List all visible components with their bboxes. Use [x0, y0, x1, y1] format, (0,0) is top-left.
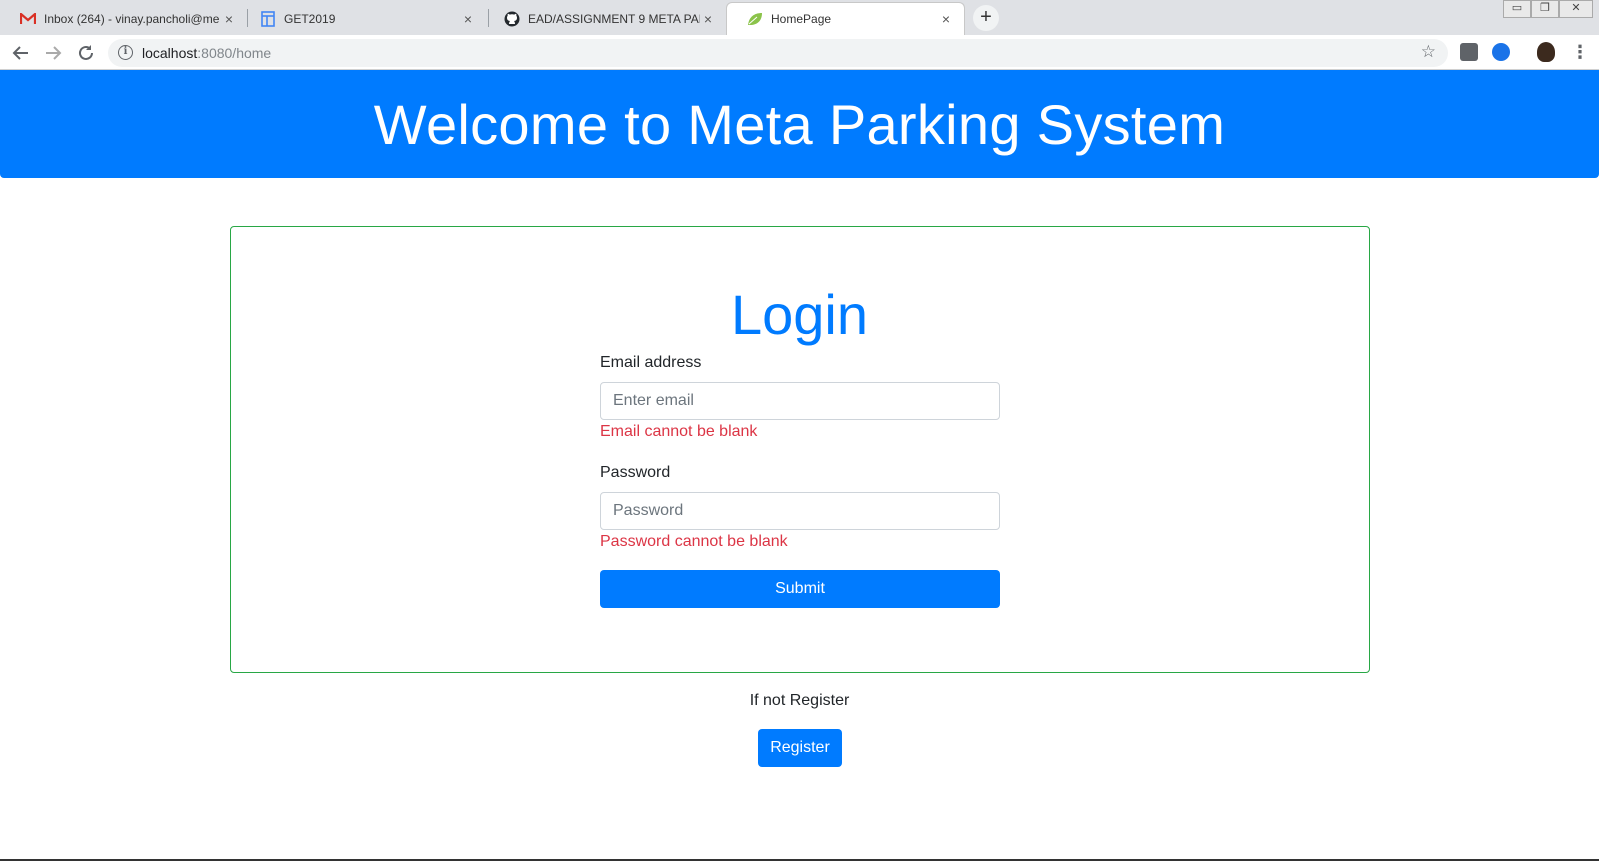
url-text[interactable]: localhost:8080/home: [142, 45, 271, 61]
bookmark-star-icon[interactable]: ☆: [1421, 42, 1436, 62]
leaf-icon: [747, 11, 763, 27]
email-label-wrap: Email address: [600, 354, 1000, 372]
minimize-window-icon[interactable]: ▭: [1503, 0, 1531, 18]
sheets-icon: [260, 10, 276, 27]
register-prompt: If not Register: [749, 692, 850, 709]
password-label-wrap: Password: [600, 464, 1000, 482]
close-tab-icon[interactable]: ×: [221, 11, 237, 27]
email-error-message: Email cannot be blank: [600, 423, 758, 440]
tab-title: HomePage: [771, 12, 832, 26]
tab-title: Inbox (264) - vinay.pancholi@me: [44, 11, 220, 26]
email-input[interactable]: [600, 382, 1000, 420]
gmail-icon: [20, 11, 36, 27]
tab-github-assignment[interactable]: EAD/ASSIGNMENT 9 META PARK ×: [484, 2, 726, 35]
register-button[interactable]: Register: [758, 729, 842, 767]
tab-title: GET2019: [284, 11, 336, 26]
email-error-wrap: Email cannot be blank: [600, 423, 1000, 441]
url-host: localhost: [142, 45, 198, 61]
browser-toolbar: i localhost:8080/home ☆ ⋮: [0, 35, 1599, 70]
back-arrow-icon[interactable]: [9, 41, 33, 65]
profile-avatar-icon[interactable]: [1537, 42, 1555, 62]
new-tab-button[interactable]: +: [973, 5, 999, 31]
page-title: Welcome to Meta Parking System: [373, 92, 1226, 156]
email-label: Email address: [600, 354, 702, 371]
address-bar[interactable]: i localhost:8080/home ☆: [108, 39, 1448, 67]
tab-homepage[interactable]: HomePage ×: [726, 2, 965, 35]
github-icon: [504, 11, 520, 27]
url-path: :8080/home: [197, 45, 272, 61]
extension-shield-icon[interactable]: [1460, 43, 1478, 61]
tab-gmail-inbox[interactable]: Inbox (264) - vinay.pancholi@me ×: [0, 2, 247, 35]
extension-globe-icon[interactable]: [1492, 43, 1510, 61]
password-label: Password: [600, 464, 671, 481]
tab-title: EAD/ASSIGNMENT 9 META PARK: [528, 11, 700, 26]
tab-get2019[interactable]: GET2019 ×: [240, 2, 486, 35]
password-error-wrap: Password cannot be blank: [600, 533, 1000, 551]
forward-arrow-icon[interactable]: [41, 41, 65, 65]
close-tab-icon[interactable]: ×: [460, 11, 476, 27]
browser-tab-strip: Inbox (264) - vinay.pancholi@me × GET201…: [0, 0, 1599, 35]
close-tab-icon[interactable]: ×: [700, 11, 716, 27]
site-info-icon[interactable]: i: [118, 45, 133, 60]
login-heading: Login: [730, 283, 869, 346]
close-tab-icon[interactable]: ×: [938, 11, 954, 27]
restore-window-icon[interactable]: ❐: [1531, 0, 1559, 18]
close-window-icon[interactable]: ✕: [1559, 0, 1593, 18]
browser-menu-icon[interactable]: ⋮: [1568, 41, 1592, 65]
page-header: Welcome to Meta Parking System: [0, 70, 1599, 178]
password-input[interactable]: [600, 492, 1000, 530]
password-error-message: Password cannot be blank: [600, 533, 788, 550]
submit-button[interactable]: Submit: [600, 570, 1000, 608]
reload-icon[interactable]: [74, 41, 98, 65]
